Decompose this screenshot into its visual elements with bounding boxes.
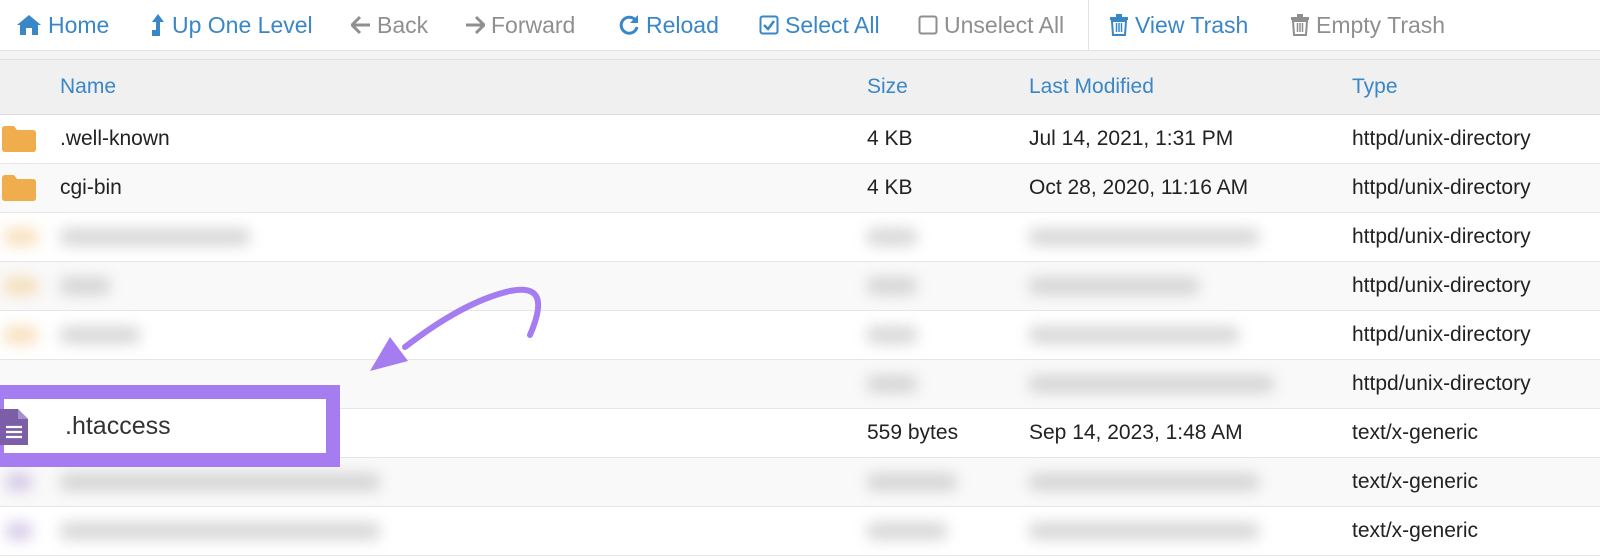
select-all-label: Select All [785,11,880,38]
table-row[interactable]: httpd/unix-directory [0,213,1600,262]
file-manager-toolbar: Home Up One Level Back Forward Reload Se… [0,0,1600,51]
back-label: Back [377,11,429,38]
file-type: httpd/unix-directory [1352,372,1531,395]
file-type: httpd/unix-directory [1352,225,1531,248]
file-type: text/x-generic [1352,421,1479,444]
up-one-level-label: Up One Level [172,11,313,38]
back-button[interactable]: Back [351,9,428,41]
table-row[interactable]: .well-known 4 KB Jul 14, 2021, 1:31 PM h… [0,115,1600,164]
reload-button[interactable]: Reload [618,9,719,41]
file-table-header: Name Size Last Modified Type [0,60,1600,115]
forward-button[interactable]: Forward [465,9,575,41]
view-trash-button[interactable]: View Trash [1109,9,1248,41]
redacted-row-content [0,262,1330,310]
redacted-row-content [0,311,1330,359]
table-row[interactable]: cgi-bin 4 KB Oct 28, 2020, 11:16 AM http… [0,164,1600,213]
table-row[interactable]: httpd/unix-directory [0,311,1600,360]
home-label: Home [48,11,110,38]
checkbox-empty-icon [918,15,938,35]
annotation-arrow-icon [370,286,542,371]
unselect-all-button[interactable]: Unselect All [918,9,1064,41]
empty-trash-button[interactable]: Empty Trash [1290,9,1445,41]
column-header-size[interactable]: Size [867,60,908,114]
home-icon [17,15,41,35]
select-all-button[interactable]: Select All [759,9,880,41]
folder-icon [2,164,42,212]
arrow-right-icon [466,15,485,35]
view-trash-label: View Trash [1135,11,1249,38]
file-type: httpd/unix-directory [1352,127,1531,150]
forward-label: Forward [491,11,576,38]
unselect-all-label: Unselect All [944,11,1065,38]
file-type: text/x-generic [1352,470,1479,493]
empty-trash-label: Empty Trash [1316,11,1446,38]
column-header-name[interactable]: Name [60,60,116,114]
reload-label[interactable]: Reload [646,12,719,39]
file-last-modified: Jul 14, 2021, 1:31 PM [1029,127,1234,150]
column-header-last-modified[interactable]: Last Modified [1029,60,1154,114]
redacted-row-content [0,213,1330,261]
refresh-icon [619,15,639,35]
file-size: 4 KB [867,176,913,199]
trash-icon [1110,14,1128,36]
checkbox-checked-icon [759,15,779,35]
toolbar-divider [1088,0,1089,50]
file-size: 559 bytes [867,421,959,444]
level-up-icon [152,14,164,36]
file-last-modified: Sep 14, 2023, 1:48 AM [1029,421,1243,444]
redacted-row-content [0,507,1300,555]
file-type: httpd/unix-directory [1352,176,1531,199]
file-text-icon [0,409,28,450]
file-type: httpd/unix-directory [1352,274,1531,297]
home-button[interactable]: Home [16,9,109,41]
column-header-type[interactable]: Type [1352,60,1398,114]
toolbar-spacer [0,51,1600,60]
folder-icon [2,115,42,163]
file-last-modified: Oct 28, 2020, 11:16 AM [1029,176,1249,199]
file-size: 4 KB [867,127,913,150]
file-name[interactable]: .well-known [60,115,170,163]
up-one-level-button[interactable]: Up One Level [150,9,313,41]
file-type: httpd/unix-directory [1352,323,1531,346]
file-name[interactable]: cgi-bin [60,164,122,212]
file-type: text/x-generic [1352,519,1479,542]
file-name-htaccess[interactable]: .htaccess [65,412,171,441]
trash-icon [1291,14,1309,36]
table-row[interactable]: httpd/unix-directory [0,262,1600,311]
arrow-left-icon [351,15,370,35]
table-row[interactable]: text/x-generic [0,507,1600,556]
